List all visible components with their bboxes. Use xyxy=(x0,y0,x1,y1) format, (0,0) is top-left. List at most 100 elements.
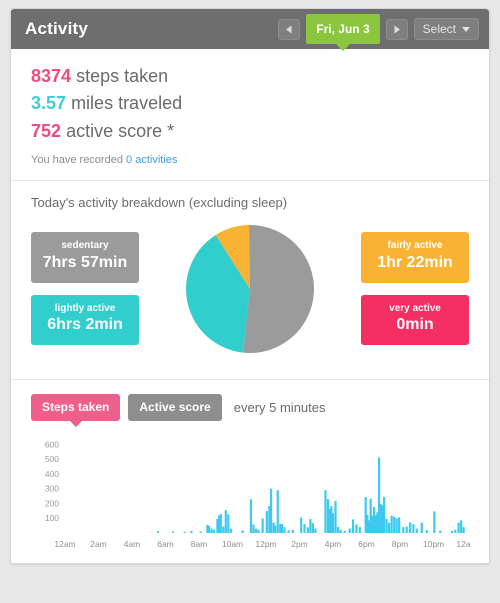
chart-bar xyxy=(171,531,175,534)
chart-bar xyxy=(207,525,211,534)
bar-chart-svg: 100 200 300 400 500 600 12am 2am 4am 6am 8am 10am 12… xyxy=(45,439,471,549)
breakdown-section: Today's activity breakdown (excluding sl… xyxy=(11,181,489,379)
chart-bar xyxy=(309,519,312,534)
chart-bar xyxy=(408,522,412,534)
legend-value-very-active: 0min xyxy=(396,316,434,334)
x-axis-tick-label: 8pm xyxy=(392,539,409,549)
stat-steps: 8374 steps taken xyxy=(31,63,469,90)
current-date-pill[interactable]: Fri, Jun 3 xyxy=(306,14,380,44)
legend-value-lightly-active: 6hrs 2min xyxy=(47,316,123,334)
stat-miles: 3.57 miles traveled xyxy=(31,90,469,117)
y-axis-tick-label: 100 xyxy=(45,513,59,523)
legend-label-very-active: very active xyxy=(389,302,441,314)
steps-label: steps taken xyxy=(76,66,169,86)
chart-bar xyxy=(257,529,260,534)
activity-dashboard: Activity Fri, Jun 3 Select 8374 steps ta… xyxy=(0,0,500,603)
active-score-value: 752 xyxy=(31,120,62,141)
steps-chart-section: Steps taken Active score every 5 minutes… xyxy=(11,380,489,563)
pie-slice-sedentary xyxy=(243,224,315,353)
chart-interval-label: every 5 minutes xyxy=(233,400,326,416)
chart-bar xyxy=(433,511,436,534)
chart-bar xyxy=(334,500,337,534)
recorded-count: 0 xyxy=(126,154,133,167)
chart-bar xyxy=(348,528,351,534)
recorded-activities-link[interactable]: 0 activities xyxy=(126,154,177,166)
x-axis-tick-label: 10am xyxy=(222,539,243,549)
chart-bar xyxy=(219,514,222,534)
chart-bar xyxy=(311,523,314,534)
steps-bar-chart: 100 200 300 400 500 600 12am 2am 4am 6am 8am 10am 12… xyxy=(31,433,471,553)
x-axis-tick-label: 6am xyxy=(157,539,174,549)
chart-bar xyxy=(462,527,465,534)
y-axis-tick-label: 600 xyxy=(45,439,59,449)
tab-steps-taken[interactable]: Steps taken xyxy=(31,394,121,422)
y-axis-tick-label: 400 xyxy=(45,469,59,479)
pie-chart-svg xyxy=(186,224,315,353)
chart-bar xyxy=(227,514,230,534)
activity-pie-chart xyxy=(185,224,315,354)
chart-bar xyxy=(450,531,454,534)
chart-bar xyxy=(249,499,253,534)
chart-bar xyxy=(388,522,391,534)
chevron-right-icon xyxy=(394,25,400,33)
breakdown-right-labels: fairly active 1hr 22min very active 0min xyxy=(361,232,469,345)
chart-bar xyxy=(291,529,294,534)
header-controls: Fri, Jun 3 Select xyxy=(278,14,479,44)
next-day-button[interactable] xyxy=(385,18,408,40)
chart-bar xyxy=(425,530,428,534)
breakdown-body: sedentary 7hrs 57min lightly active 6hrs… xyxy=(31,216,469,361)
x-axis-tick-label: 12am xyxy=(456,539,471,549)
chart-bar xyxy=(274,525,277,534)
chevron-down-icon xyxy=(462,26,470,32)
chart-bar xyxy=(306,527,309,534)
y-axis-tick-label: 300 xyxy=(45,484,59,494)
chart-tabs: Steps taken Active score every 5 minutes xyxy=(31,394,469,422)
y-axis-tick-label: 200 xyxy=(45,499,59,509)
chart-bar xyxy=(402,527,405,534)
chart-bar xyxy=(283,527,286,534)
card-header: Activity Fri, Jun 3 Select xyxy=(11,9,489,49)
legend-value-sedentary: 7hrs 57min xyxy=(42,253,128,271)
chart-bar xyxy=(276,490,279,534)
chart-bar xyxy=(390,515,393,534)
chart-bar xyxy=(190,531,193,534)
activity-card: Activity Fri, Jun 3 Select 8374 steps ta… xyxy=(10,8,490,565)
x-axis-tick-label: 10pm xyxy=(423,539,444,549)
x-axis-tick-label: 2pm xyxy=(291,539,308,549)
chart-bar xyxy=(324,490,327,534)
chart-bar xyxy=(212,529,216,534)
legend-box-lightly-active: lightly active 6hrs 2min xyxy=(31,294,139,345)
prev-day-button[interactable] xyxy=(278,18,301,40)
chart-bar xyxy=(398,517,401,534)
legend-box-sedentary: sedentary 7hrs 57min xyxy=(31,232,139,283)
select-dropdown[interactable]: Select xyxy=(413,18,479,40)
chart-bar xyxy=(358,527,361,534)
tab-active-score[interactable]: Active score xyxy=(128,394,222,422)
chart-bar xyxy=(343,530,346,534)
chart-bar xyxy=(439,530,442,534)
x-axis-tick-label: 4am xyxy=(124,539,141,549)
chart-bar xyxy=(252,524,255,534)
legend-label-fairly-active: fairly active xyxy=(387,240,443,252)
chart-bar xyxy=(199,531,202,534)
chart-bar xyxy=(229,528,232,534)
chart-bar xyxy=(457,522,460,534)
x-axis-tick-label: 12am xyxy=(54,539,75,549)
chart-bar xyxy=(280,524,284,534)
chart-bar xyxy=(382,497,386,534)
recorded-activities-line: You have recorded 0 activities xyxy=(31,154,469,166)
stat-active-score: 752 active score * xyxy=(31,118,469,145)
chart-bar xyxy=(303,524,306,534)
select-dropdown-label: Select xyxy=(422,22,456,36)
chart-bar xyxy=(393,516,396,534)
chart-bar xyxy=(420,522,423,534)
chart-bar xyxy=(156,531,160,534)
breakdown-title: Today's activity breakdown (excluding sl… xyxy=(31,195,288,211)
chart-bar xyxy=(222,526,225,534)
chart-bar xyxy=(395,518,398,534)
chart-bar xyxy=(183,531,186,534)
chart-bar xyxy=(454,529,457,534)
chart-bar xyxy=(339,529,342,534)
chart-bar xyxy=(210,528,213,534)
page-title: Activity xyxy=(25,19,89,38)
